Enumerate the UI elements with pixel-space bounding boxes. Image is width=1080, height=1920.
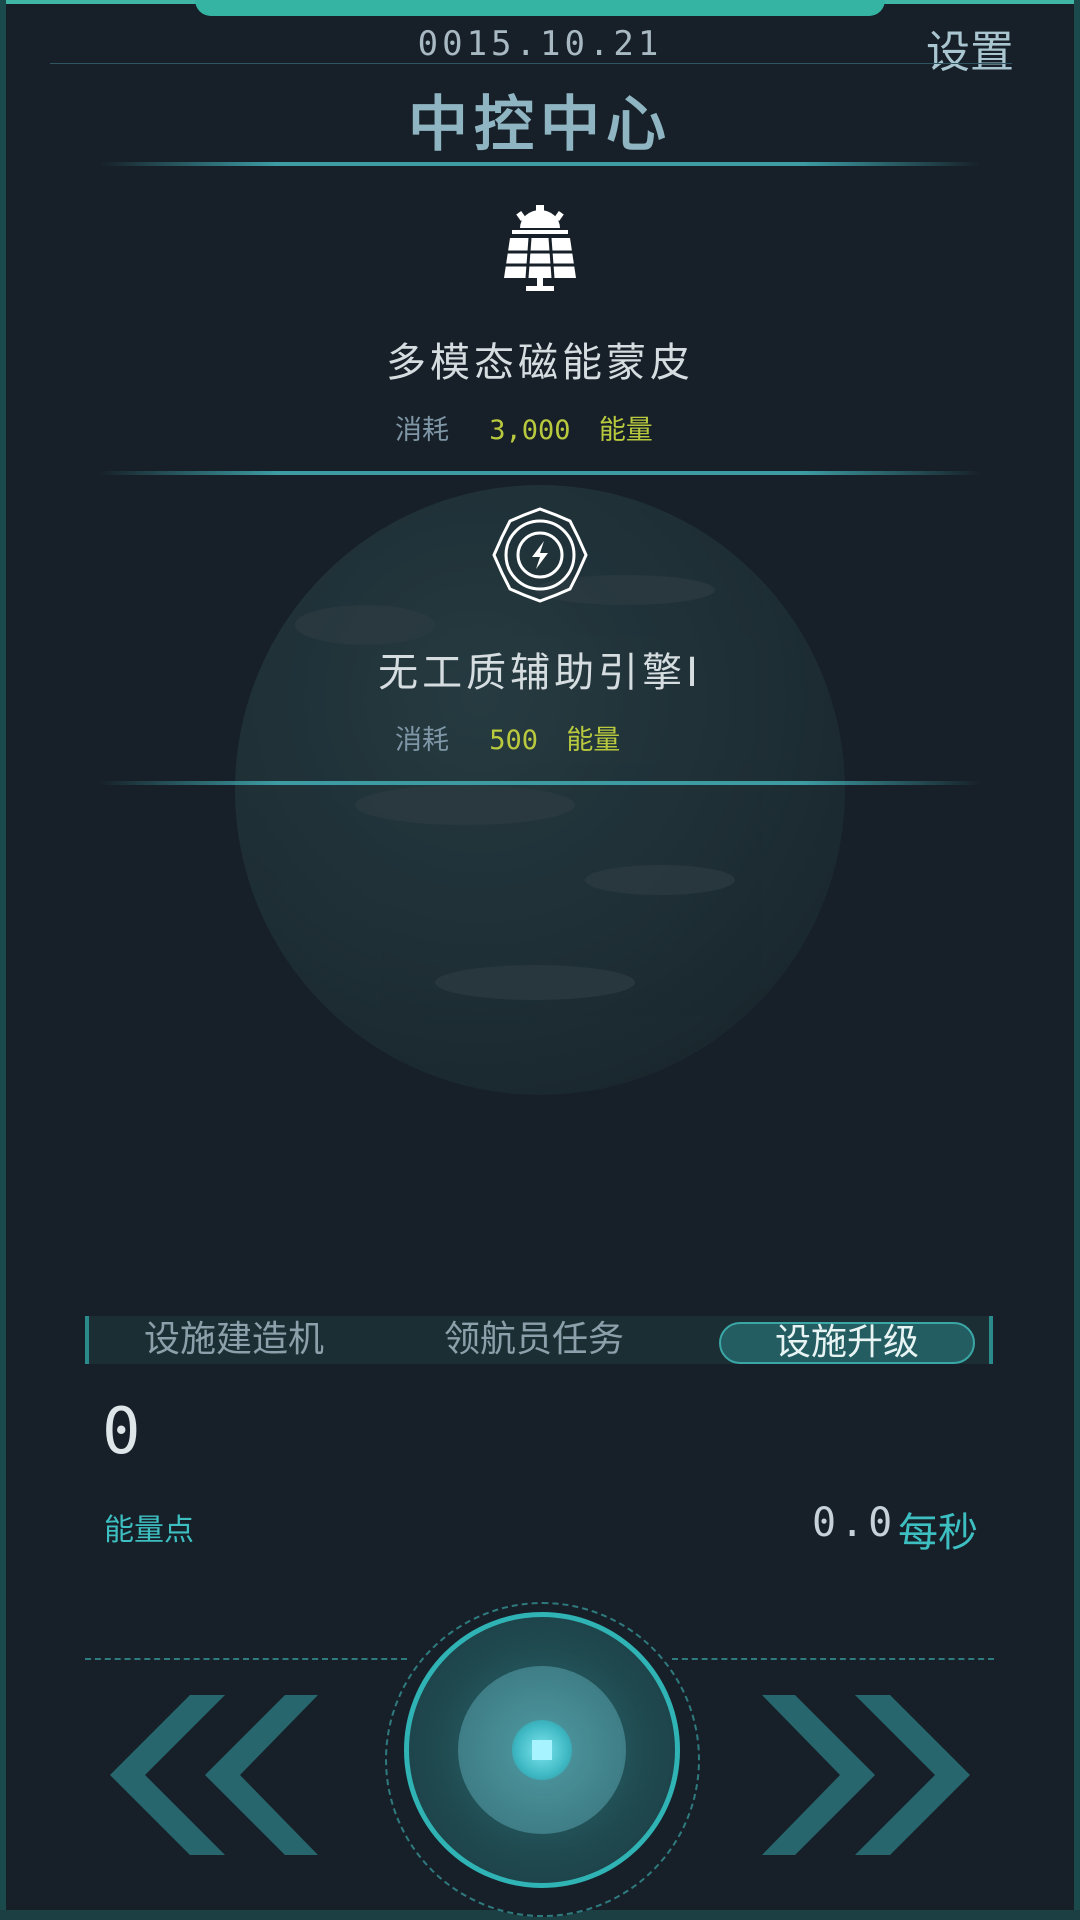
cost-value: 500 [489, 725, 539, 756]
cost-unit: 能量 [566, 725, 621, 756]
cost-label: 消耗 [395, 415, 449, 446]
item-separator [100, 781, 980, 785]
upgrade-cost: 消耗 3,000 能量 [395, 408, 653, 447]
tab-navigator-missions[interactable]: 领航员任务 [409, 1316, 659, 1364]
cost-unit: 能量 [598, 415, 653, 446]
energy-amount: 0 [102, 1395, 141, 1469]
cost-value: 3,000 [489, 415, 571, 446]
frame-left-border [0, 0, 6, 1920]
tab-facility-builder[interactable]: 设施建造机 [109, 1316, 359, 1364]
game-date: 0015.10.21 [417, 24, 663, 64]
double-chevron-left-icon[interactable] [100, 1695, 320, 1855]
page-title: 中控中心 [408, 90, 672, 160]
solar-panel-icon [490, 200, 590, 300]
energy-rate-unit: 每秒 [898, 1510, 978, 1556]
upgrade-name[interactable]: 无工质辅助引擎I [0, 640, 1080, 698]
dash-line-left [85, 1658, 407, 1660]
dash-line-right [672, 1658, 994, 1660]
engine-gear-icon [490, 505, 590, 605]
title-separator [100, 162, 980, 166]
frame-top-bar [195, 0, 885, 16]
header-divider [50, 63, 1012, 64]
upgrade-cost: 消耗 500 能量 [395, 718, 620, 757]
tab-bar: 设施建造机 领航员任务 设施升级 [85, 1316, 993, 1364]
stop-icon [532, 1740, 552, 1760]
tab-facility-upgrade[interactable]: 设施升级 [719, 1322, 975, 1364]
double-chevron-right-icon[interactable] [760, 1695, 980, 1855]
energy-rate-value: 0.0 [812, 1500, 897, 1546]
frame-right-border [1074, 0, 1080, 1920]
settings-button[interactable]: 设置 [926, 16, 1014, 80]
energy-label: 能量点 [104, 1513, 194, 1548]
cost-label: 消耗 [395, 725, 449, 756]
upgrade-name[interactable]: 多模态磁能蒙皮 [0, 330, 1080, 388]
item-separator [100, 471, 980, 475]
